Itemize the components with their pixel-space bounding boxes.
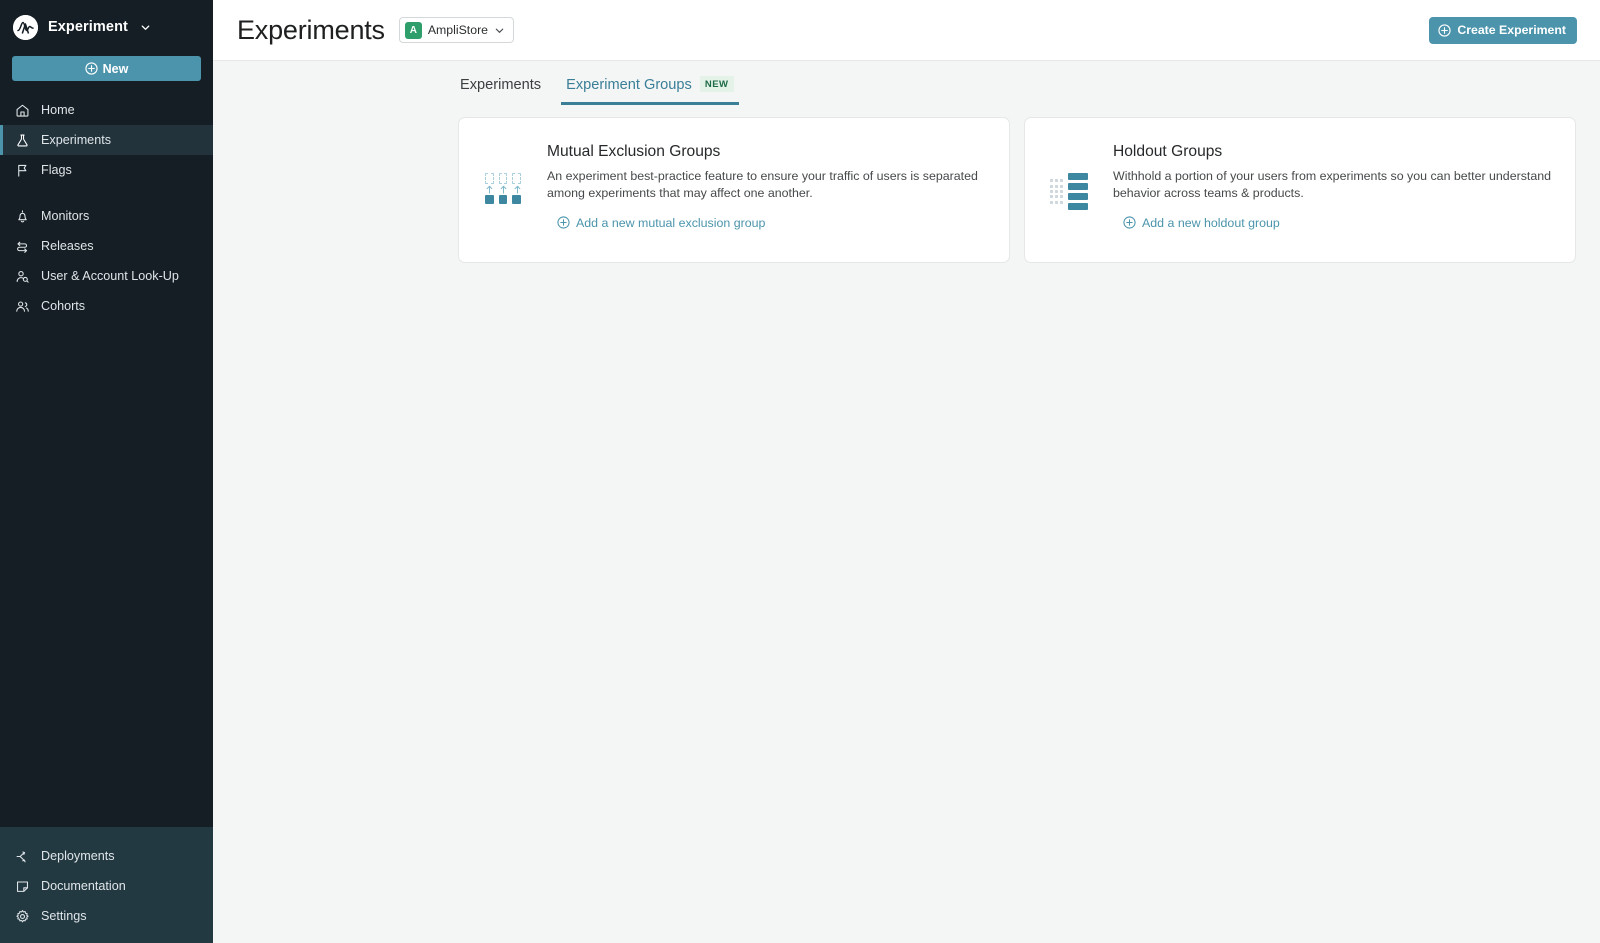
holdout-groups-icon bbox=[1047, 141, 1091, 210]
card-mutual-exclusion-groups: Mutual Exclusion Groups An experiment be… bbox=[458, 117, 1010, 263]
main-content: Experiments A AmpliStore Create Experime… bbox=[213, 0, 1600, 943]
sidebar-item-label: Settings bbox=[41, 909, 87, 923]
tab-experiment-groups[interactable]: Experiment Groups NEW bbox=[561, 76, 739, 105]
app-root: Experiment New Home Experiments Flags Mo… bbox=[0, 0, 1600, 943]
plus-circle-icon bbox=[557, 216, 570, 230]
project-name: AmpliStore bbox=[427, 23, 488, 37]
plus-circle-icon bbox=[85, 62, 98, 75]
sidebar-item-label: Cohorts bbox=[41, 299, 86, 313]
user-search-icon bbox=[14, 268, 30, 284]
bell-icon bbox=[14, 208, 30, 224]
sidebar-item-experiments[interactable]: Experiments bbox=[0, 125, 213, 155]
card-title: Mutual Exclusion Groups bbox=[547, 143, 721, 160]
card-body: Holdout Groups Withhold a portion of you… bbox=[1113, 141, 1553, 234]
add-mutual-exclusion-group-link[interactable]: Add a new mutual exclusion group bbox=[547, 216, 765, 230]
arrow-up-icon bbox=[499, 185, 508, 194]
sidebar-item-label: Deployments bbox=[41, 849, 115, 863]
sidebar-item-user-account-lookup[interactable]: User & Account Look-Up bbox=[0, 261, 213, 291]
bar-stack bbox=[1068, 173, 1089, 210]
tab-bar: Experiments Experiment Groups NEW bbox=[213, 61, 1600, 105]
project-selector[interactable]: A AmpliStore bbox=[398, 17, 514, 43]
solid-square bbox=[498, 195, 508, 204]
solid-square bbox=[485, 195, 494, 204]
deployments-icon bbox=[14, 848, 30, 864]
sidebar: Experiment New Home Experiments Flags Mo… bbox=[0, 0, 213, 943]
arrow-up-icon bbox=[485, 185, 494, 194]
sidebar-item-cohorts[interactable]: Cohorts bbox=[0, 291, 213, 321]
sidebar-item-deployments[interactable]: Deployments bbox=[0, 841, 213, 871]
tab-new-badge: NEW bbox=[699, 76, 734, 92]
plus-circle-icon bbox=[1123, 216, 1136, 230]
sidebar-item-home[interactable]: Home bbox=[0, 95, 213, 125]
tab-experiments[interactable]: Experiments bbox=[458, 77, 543, 105]
flag-icon bbox=[14, 162, 30, 178]
sidebar-item-documentation[interactable]: Documentation bbox=[0, 871, 213, 901]
solid-square bbox=[512, 195, 522, 204]
sidebar-item-flags[interactable]: Flags bbox=[0, 155, 213, 185]
tab-label: Experiment Groups bbox=[566, 77, 692, 93]
project-badge: A bbox=[404, 21, 422, 39]
new-button-label: New bbox=[102, 61, 129, 76]
sidebar-nav-secondary: Monitors Releases User & Account Look-Up… bbox=[0, 201, 213, 321]
tab-label: Experiments bbox=[460, 77, 542, 93]
sidebar-item-label: User & Account Look-Up bbox=[41, 269, 179, 283]
sidebar-bottom: Deployments Documentation Settings bbox=[0, 827, 213, 943]
chevron-down-icon[interactable] bbox=[140, 22, 151, 33]
add-holdout-group-link[interactable]: Add a new holdout group bbox=[1113, 216, 1280, 230]
dashed-square bbox=[485, 173, 494, 184]
dot-grid bbox=[1049, 179, 1064, 204]
flask-icon bbox=[14, 132, 30, 148]
cards-container: Mutual Exclusion Groups An experiment be… bbox=[213, 104, 1600, 263]
dashed-square bbox=[512, 173, 522, 184]
card-description: An experiment best-practice feature to e… bbox=[547, 169, 978, 200]
brand-switcher[interactable]: Experiment bbox=[0, 8, 213, 46]
new-button[interactable]: New bbox=[12, 56, 201, 81]
people-icon bbox=[14, 298, 30, 314]
amplitude-logo-icon bbox=[13, 14, 38, 40]
sidebar-item-settings[interactable]: Settings bbox=[0, 901, 213, 931]
card-holdout-groups: Holdout Groups Withhold a portion of you… bbox=[1024, 117, 1576, 263]
arrow-up-icon bbox=[513, 185, 522, 194]
card-title: Holdout Groups bbox=[1113, 143, 1223, 160]
sidebar-item-label: Flags bbox=[41, 163, 72, 177]
card-body: Mutual Exclusion Groups An experiment be… bbox=[547, 141, 987, 234]
gear-icon bbox=[14, 908, 30, 924]
page-title: Experiments bbox=[237, 14, 385, 45]
document-icon bbox=[14, 878, 30, 894]
create-experiment-label: Create Experiment bbox=[1457, 23, 1566, 37]
sidebar-item-label: Home bbox=[41, 103, 75, 117]
sidebar-item-label: Experiments bbox=[41, 133, 111, 147]
home-icon bbox=[14, 102, 30, 118]
brand-name: Experiment bbox=[48, 19, 128, 35]
sidebar-top: Experiment New Home Experiments Flags Mo… bbox=[0, 0, 213, 321]
sidebar-item-label: Monitors bbox=[41, 209, 90, 223]
sidebar-nav-primary: Home Experiments Flags bbox=[0, 95, 213, 185]
create-experiment-button[interactable]: Create Experiment bbox=[1429, 16, 1577, 44]
sidebar-item-label: Documentation bbox=[41, 879, 126, 893]
sidebar-item-label: Releases bbox=[41, 239, 94, 253]
dashed-square bbox=[498, 173, 508, 184]
card-link-label: Add a new holdout group bbox=[1142, 215, 1280, 230]
sidebar-item-monitors[interactable]: Monitors bbox=[0, 201, 213, 231]
chevron-down-icon bbox=[494, 25, 505, 36]
card-description: Withhold a portion of your users from ex… bbox=[1113, 169, 1552, 200]
plus-circle-icon bbox=[1438, 23, 1451, 37]
sidebar-item-releases[interactable]: Releases bbox=[0, 231, 213, 261]
card-link-label: Add a new mutual exclusion group bbox=[576, 215, 766, 230]
page-header: Experiments A AmpliStore Create Experime… bbox=[213, 0, 1600, 61]
mutual-exclusion-groups-icon bbox=[481, 141, 525, 204]
releases-arrows-icon bbox=[14, 238, 30, 254]
